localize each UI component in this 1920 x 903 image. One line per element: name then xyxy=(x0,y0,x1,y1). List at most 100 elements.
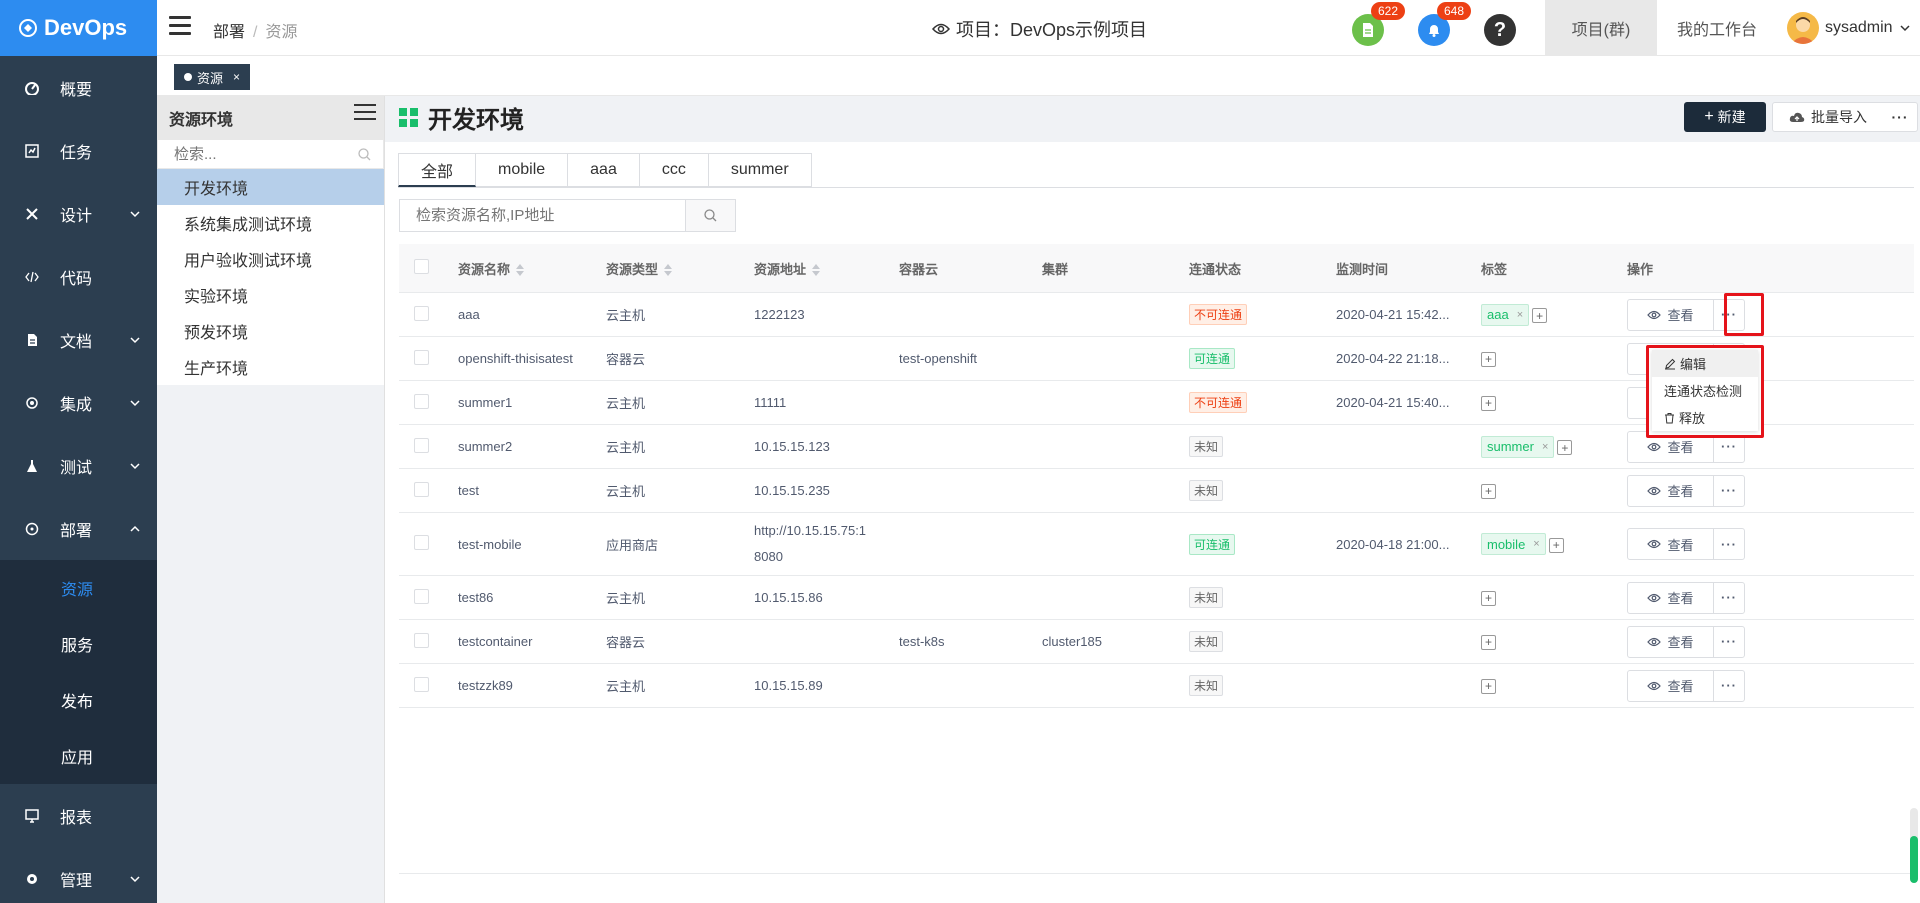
sort-icon[interactable] xyxy=(664,264,673,277)
env-item-uat[interactable]: 用户验收测试环境 xyxy=(157,241,384,277)
search-icon[interactable] xyxy=(358,148,371,161)
add-tag-button[interactable]: + xyxy=(1481,678,1496,694)
menu-item-edit[interactable]: 编辑 xyxy=(1652,350,1758,377)
row-checkbox[interactable] xyxy=(414,305,429,321)
sidebar-subitem-service[interactable]: 服务 xyxy=(0,616,157,672)
menu-item-connectivity-check[interactable]: 连通状态检测 xyxy=(1652,377,1758,404)
add-tag-button[interactable]: + xyxy=(1481,590,1496,606)
col-name[interactable]: 资源名称 xyxy=(449,259,598,278)
col-tags: 标签 xyxy=(1481,261,1508,277)
sidebar-item-integration[interactable]: 集成 xyxy=(0,371,157,434)
tab-all[interactable]: 全部 xyxy=(398,153,477,187)
settings-icon xyxy=(24,871,40,887)
add-tag-button[interactable]: + xyxy=(1481,395,1496,411)
tag-close-icon[interactable]: × xyxy=(1517,309,1523,321)
col-address[interactable]: 资源地址 xyxy=(744,259,890,278)
row-checkbox[interactable] xyxy=(414,676,429,692)
row-checkbox[interactable] xyxy=(414,481,429,497)
view-button[interactable]: 查看 xyxy=(1628,670,1714,701)
tab-project-group[interactable]: 项目(群) xyxy=(1545,0,1657,56)
category-tabs: 全部 mobile aaa ccc summer xyxy=(398,153,812,187)
tag-close-icon[interactable]: × xyxy=(1533,538,1539,550)
row-checkbox[interactable] xyxy=(414,349,429,365)
row-more-button[interactable]: ··· xyxy=(1714,529,1744,559)
help-button[interactable]: ? xyxy=(1484,14,1516,46)
row-action-group: 查看··· xyxy=(1627,528,1745,560)
sidebar-item-design[interactable]: 设计 xyxy=(0,182,157,245)
sidebar-item-document[interactable]: 文档 xyxy=(0,308,157,371)
panel-header: 资源环境 xyxy=(157,96,384,139)
sidebar-item-overview[interactable]: 概要 xyxy=(0,56,157,119)
sidebar-subitem-resource[interactable]: 资源 xyxy=(0,560,157,616)
sidebar-item-code[interactable]: 代码 xyxy=(0,245,157,308)
menu-icon[interactable] xyxy=(354,104,376,122)
row-checkbox[interactable] xyxy=(414,588,429,604)
env-item-sit[interactable]: 系统集成测试环境 xyxy=(157,205,384,241)
sort-icon[interactable] xyxy=(516,264,525,277)
tag-close-icon[interactable]: × xyxy=(1542,441,1548,453)
report-icon xyxy=(24,808,40,824)
open-tag-resource[interactable]: 资源 × xyxy=(174,64,251,90)
env-item-dev[interactable]: 开发环境 xyxy=(157,169,384,205)
scrollbar[interactable] xyxy=(1910,808,1918,883)
row-checkbox[interactable] xyxy=(414,393,429,409)
logo[interactable]: DevOps xyxy=(0,0,157,56)
tab-aaa[interactable]: aaa xyxy=(568,153,640,187)
row-checkbox[interactable] xyxy=(414,437,429,453)
sidebar-item-report[interactable]: 报表 xyxy=(0,784,157,847)
sidebar-subitem-application[interactable]: 应用 xyxy=(0,728,157,784)
view-button[interactable]: 查看 xyxy=(1628,582,1714,613)
row-more-button[interactable]: ··· xyxy=(1714,583,1744,613)
cell-address: http://10.15.15.75:1 xyxy=(754,523,867,538)
tab-summer[interactable]: summer xyxy=(708,153,812,187)
tab-my-workspace[interactable]: 我的工作台 xyxy=(1657,0,1777,56)
menu-item-release[interactable]: 释放 xyxy=(1652,404,1758,431)
row-more-button[interactable]: ··· xyxy=(1714,300,1744,330)
more-actions-button[interactable]: ··· xyxy=(1883,109,1917,125)
add-tag-button[interactable]: + xyxy=(1557,440,1573,456)
environment-search-input[interactable] xyxy=(174,145,344,163)
menu-toggle-icon[interactable] xyxy=(169,16,191,36)
col-actions: 操作 xyxy=(1627,261,1654,277)
tab-ccc[interactable]: ccc xyxy=(639,153,709,187)
close-icon[interactable]: × xyxy=(233,70,240,84)
sidebar-item-test[interactable]: 测试 xyxy=(0,434,157,497)
view-button[interactable]: 查看 xyxy=(1628,475,1714,506)
env-item-prod[interactable]: 生产环境 xyxy=(157,349,384,385)
batch-import-button[interactable]: 批量导入 xyxy=(1773,103,1883,131)
row-more-button[interactable]: ··· xyxy=(1714,476,1744,506)
add-tag-button[interactable]: + xyxy=(1481,351,1496,367)
sidebar-item-admin[interactable]: 管理 xyxy=(0,847,157,903)
new-button[interactable]: + 新建 xyxy=(1684,102,1766,132)
sort-icon[interactable] xyxy=(812,264,821,277)
env-item-pre[interactable]: 预发环境 xyxy=(157,313,384,349)
project-selector[interactable]: 项目：DevOps示例项目 xyxy=(932,16,1147,42)
sidebar-item-task[interactable]: 任务 xyxy=(0,119,157,182)
row-more-button[interactable]: ··· xyxy=(1714,671,1744,701)
add-tag-button[interactable]: + xyxy=(1481,483,1496,499)
breadcrumb-item[interactable]: 部署 xyxy=(213,24,245,41)
view-button[interactable]: 查看 xyxy=(1628,299,1714,330)
tab-mobile[interactable]: mobile xyxy=(476,153,569,187)
add-tag-button[interactable]: + xyxy=(1481,634,1496,650)
row-checkbox[interactable] xyxy=(414,535,429,550)
row-more-button[interactable]: ··· xyxy=(1714,627,1744,657)
col-type[interactable]: 资源类型 xyxy=(598,259,744,278)
env-item-lab[interactable]: 实验环境 xyxy=(157,277,384,313)
resource-search-input[interactable] xyxy=(400,200,685,231)
cell-name: openshift-thisisatest xyxy=(458,351,573,366)
search-button[interactable] xyxy=(685,200,735,231)
cell-type: 云主机 xyxy=(606,396,646,411)
document-icon xyxy=(24,332,40,348)
sidebar-item-deploy[interactable]: 部署 xyxy=(0,497,157,560)
add-tag-button[interactable]: + xyxy=(1548,537,1564,553)
add-tag-button[interactable]: + xyxy=(1532,308,1548,324)
sidebar-subitem-release[interactable]: 发布 xyxy=(0,672,157,728)
bell-notice-button[interactable]: 648 xyxy=(1418,2,1472,46)
row-checkbox[interactable] xyxy=(414,632,429,648)
select-all-checkbox[interactable] xyxy=(414,259,429,274)
doc-notice-button[interactable]: 622 xyxy=(1352,2,1406,46)
view-button[interactable]: 查看 xyxy=(1628,529,1714,559)
view-button[interactable]: 查看 xyxy=(1628,626,1714,657)
user-menu[interactable]: sysadmin xyxy=(1787,12,1911,44)
